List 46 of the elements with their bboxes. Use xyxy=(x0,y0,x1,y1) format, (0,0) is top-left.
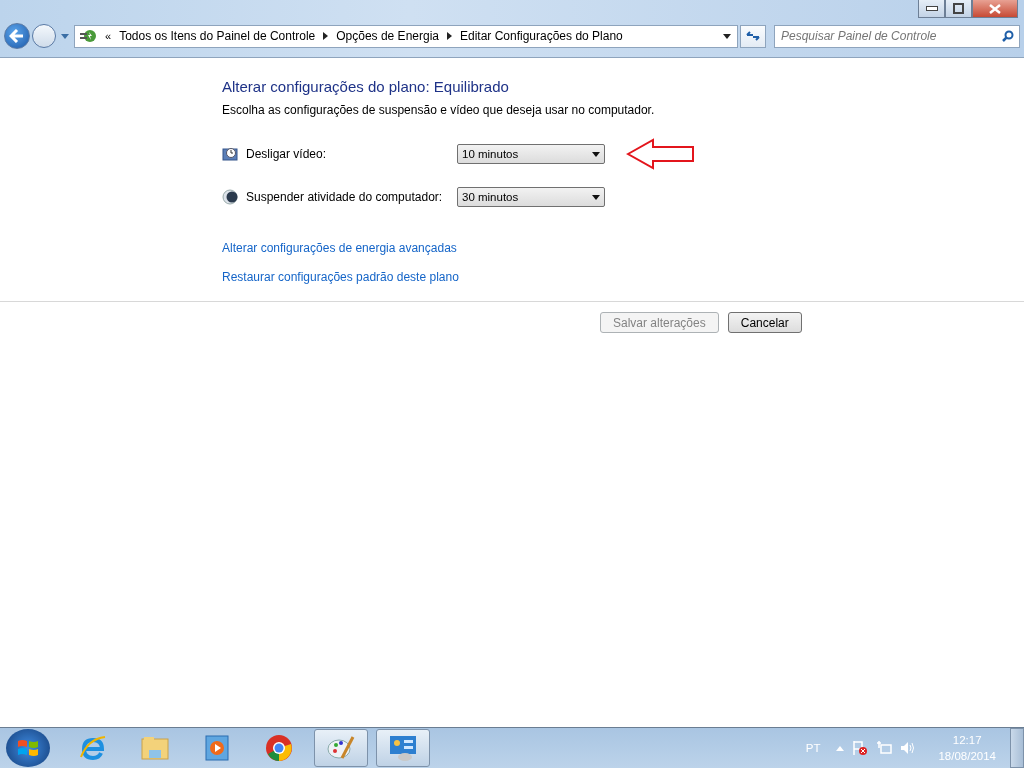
breadcrumb-item[interactable]: Editar Configurações do Plano xyxy=(460,29,623,43)
refresh-icon xyxy=(746,30,760,42)
forward-button[interactable] xyxy=(32,24,56,48)
refresh-button[interactable] xyxy=(740,24,766,48)
monitor-clock-icon xyxy=(222,146,238,162)
flag-error-icon[interactable] xyxy=(852,740,869,756)
close-button[interactable] xyxy=(972,0,1018,18)
folder-icon xyxy=(140,734,170,762)
back-button[interactable] xyxy=(4,23,30,49)
close-icon xyxy=(988,3,1002,14)
browser-circle-icon xyxy=(264,733,294,763)
moon-icon xyxy=(222,189,238,205)
minimize-button[interactable] xyxy=(918,0,945,18)
overflow-chevron[interactable]: « xyxy=(105,30,112,42)
page-title: Alterar configurações do plano: Equilibrado xyxy=(222,78,509,95)
back-arrow-icon xyxy=(9,29,25,43)
breadcrumb-item[interactable]: Opções de Energia xyxy=(336,29,439,43)
address-bar[interactable]: « Todos os Itens do Painel de Controle Opções de Energia Editar Configurações do Plano xyxy=(74,24,738,48)
show-desktop-button[interactable] xyxy=(1010,728,1024,768)
search-icon[interactable] xyxy=(1002,29,1014,42)
start-button[interactable] xyxy=(6,729,50,767)
power-plug-icon xyxy=(79,27,97,45)
search-field[interactable]: Pesquisar Painel de Controle xyxy=(774,24,1020,48)
cancel-button[interactable]: Cancelar xyxy=(727,312,802,333)
browser-e-icon xyxy=(78,733,108,763)
windows-logo xyxy=(16,737,40,759)
dropdown-caret-icon[interactable] xyxy=(723,33,731,39)
paint-palette-button[interactable] xyxy=(314,729,368,767)
recent-pages-caret-icon[interactable] xyxy=(61,33,69,39)
setting-label: Suspender atividade do computador: xyxy=(246,190,444,204)
dropdown-caret-icon xyxy=(592,151,600,157)
dropdown-select[interactable]: 10 minutos xyxy=(457,144,605,164)
dropdown-select[interactable]: 30 minutos xyxy=(457,187,605,207)
control-panel-icon xyxy=(388,734,418,762)
breadcrumb-item[interactable]: Todos os Itens do Painel de Controle xyxy=(119,29,316,43)
dropdown-caret-icon xyxy=(592,194,600,200)
page-description: Escolha as configurações de suspensão e vídeo que deseja usar no computador. xyxy=(222,103,655,117)
settings-link[interactable]: Restaurar configurações padrão deste plano xyxy=(222,270,459,284)
breadcrumb-arrow-icon[interactable] xyxy=(323,32,329,40)
control-panel-button[interactable] xyxy=(376,729,430,767)
settings-link[interactable]: Alterar configurações de energia avançadas xyxy=(222,241,457,255)
breadcrumb-arrow-icon[interactable] xyxy=(447,32,452,40)
play-icon xyxy=(204,734,230,762)
restore-button[interactable] xyxy=(945,0,972,18)
paint-palette-icon xyxy=(326,734,356,762)
setting-label: Desligar vídeo: xyxy=(246,147,328,161)
